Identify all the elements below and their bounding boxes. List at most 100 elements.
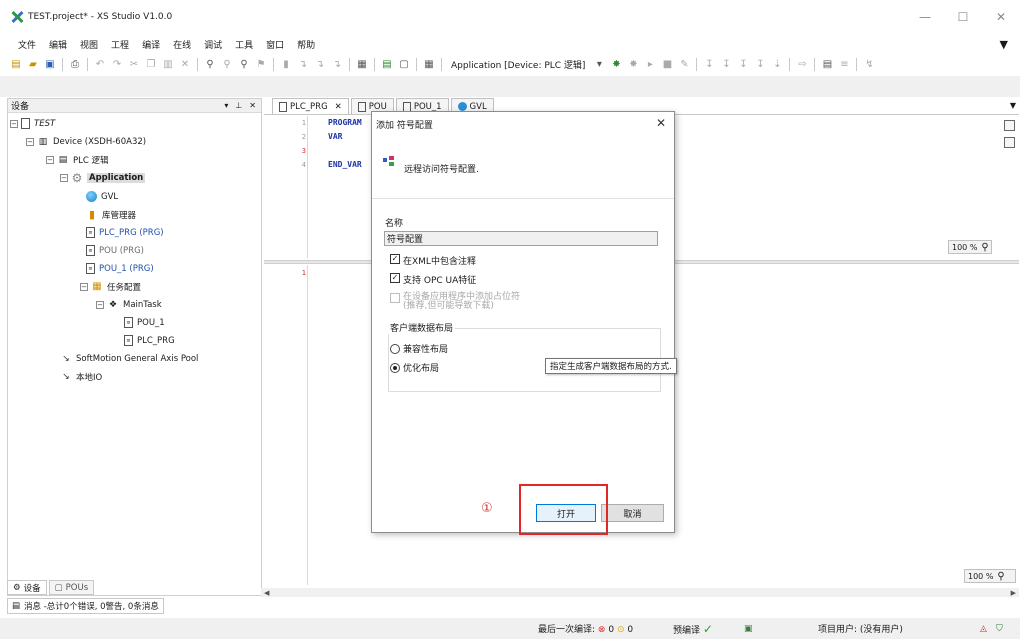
replace-icon[interactable]: ⚲: [220, 57, 234, 71]
device-view-icon[interactable]: ▦: [355, 57, 369, 71]
scroll-left-icon[interactable]: ◀: [264, 589, 269, 597]
run-to-cursor-icon[interactable]: ⇣: [770, 57, 784, 71]
collapse-icon[interactable]: −: [96, 300, 104, 309]
tree-node-library-manager[interactable]: ▮ 库管理器: [86, 206, 136, 223]
tree-node-plc-logic[interactable]: − ▤ PLC 逻辑: [46, 151, 109, 168]
tab-pous[interactable]: ▢ POUs: [48, 580, 95, 595]
new-file-icon[interactable]: ▤: [9, 57, 23, 71]
dialog-close-icon[interactable]: ✕: [656, 116, 666, 130]
menu-debug[interactable]: 调试: [204, 38, 222, 51]
undo-icon[interactable]: ↶: [93, 57, 107, 71]
copy-icon[interactable]: ❐: [144, 57, 158, 71]
tree-node-axis-pool[interactable]: ↘ SoftMotion General Axis Pool: [60, 350, 198, 367]
tree-node-local-io[interactable]: ↘ 本地IO: [60, 368, 102, 385]
debug-step-out-icon[interactable]: ↧: [753, 57, 767, 71]
bookmark-icon[interactable]: ⚑: [254, 57, 268, 71]
debug-step-icon[interactable]: ↧: [702, 57, 716, 71]
zoom-control-bottom[interactable]: 100 % ⚲: [964, 569, 1016, 583]
menu-help[interactable]: 帮助: [297, 38, 315, 51]
redo-icon[interactable]: ↷: [110, 57, 124, 71]
shield-icon[interactable]: ⛉: [996, 624, 1003, 634]
delete-icon[interactable]: ✕: [178, 57, 192, 71]
write-values-icon[interactable]: ≡: [837, 57, 851, 71]
messages-tab[interactable]: ▤ 消息 -总计0个错误, 0警告, 0条消息: [7, 598, 164, 614]
toolbar-overflow-icon[interactable]: ▼: [1000, 38, 1008, 51]
zoom-icon[interactable]: ⚲: [997, 571, 1004, 582]
tree-node-project[interactable]: − TEST: [10, 115, 55, 132]
menu-file[interactable]: 文件: [18, 38, 36, 51]
find-in-project-icon[interactable]: ⚲: [237, 57, 251, 71]
close-window-icon[interactable]: ✕: [982, 0, 1020, 34]
tab-devices[interactable]: ⚙ 设备: [7, 580, 47, 595]
print-icon[interactable]: ⎙: [68, 57, 82, 71]
step-over-icon[interactable]: ↴: [296, 57, 310, 71]
simulation-icon[interactable]: ↯: [862, 57, 876, 71]
radio-compatible-layout[interactable]: 兼容性布局: [390, 342, 448, 355]
tree-node-task-plc-prg[interactable]: ≡ PLC_PRG: [124, 332, 175, 349]
tree-node-maintask[interactable]: − ❖ MainTask: [96, 296, 162, 313]
find-icon[interactable]: ⚲: [203, 57, 217, 71]
reset-icon[interactable]: ✎: [677, 57, 691, 71]
zoom-icon[interactable]: ⚲: [981, 242, 988, 253]
menu-edit[interactable]: 编辑: [49, 38, 67, 51]
zoom-control-top[interactable]: 100 % ⚲: [948, 240, 992, 254]
horizontal-scrollbar[interactable]: ◀ ▶: [261, 588, 1019, 597]
step-out-icon[interactable]: ↴: [330, 57, 344, 71]
save-icon[interactable]: ▣: [43, 57, 57, 71]
menu-online[interactable]: 在线: [173, 38, 191, 51]
collapse-icon[interactable]: −: [60, 173, 68, 182]
pane-menu-icon[interactable]: ▾: [224, 101, 228, 110]
alert-icon[interactable]: ◬: [980, 624, 987, 634]
breakpoint-icon[interactable]: ▮: [279, 57, 293, 71]
minimize-icon[interactable]: —: [906, 0, 944, 34]
debug-step-over-icon[interactable]: ↧: [719, 57, 733, 71]
name-field[interactable]: 符号配置: [384, 231, 658, 246]
tree-node-device[interactable]: − ▥ Device (XSDH-60A32): [26, 133, 146, 150]
build-icon[interactable]: ▦: [422, 57, 436, 71]
login-icon[interactable]: ✸: [609, 57, 623, 71]
menu-view[interactable]: 视图: [80, 38, 98, 51]
debug-step-into-icon[interactable]: ↧: [736, 57, 750, 71]
cut-icon[interactable]: ✂: [127, 57, 141, 71]
active-application-combo[interactable]: Application [Device: PLC 逻辑]: [447, 57, 589, 71]
tab-list-dropdown-icon[interactable]: ▼: [1010, 101, 1016, 110]
collapse-icon[interactable]: −: [26, 137, 34, 146]
scroll-right-icon[interactable]: ▶: [1011, 589, 1016, 597]
tree-node-task-pou-1[interactable]: ≡ POU_1: [124, 314, 165, 331]
tree-node-application[interactable]: − ⚙ Application: [60, 169, 146, 186]
tree-node-task-config[interactable]: − ▦ 任务配置: [80, 278, 141, 295]
menu-window[interactable]: 窗口: [266, 38, 284, 51]
tree-node-plc-prg[interactable]: ≡ PLC_PRG (PRG): [86, 224, 164, 241]
radio-optimized-layout[interactable]: 优化布局: [390, 361, 439, 374]
open-folder-icon[interactable]: ▰: [26, 57, 40, 71]
chevron-down-icon[interactable]: ▾: [592, 57, 606, 71]
cancel-button[interactable]: 取消: [601, 504, 664, 522]
step-into-icon[interactable]: ↴: [313, 57, 327, 71]
maximize-icon[interactable]: ☐: [944, 0, 982, 34]
paste-icon[interactable]: ▥: [161, 57, 175, 71]
force-values-icon[interactable]: ▤: [820, 57, 834, 71]
collapse-icon[interactable]: −: [46, 155, 54, 164]
run-icon[interactable]: ▸: [643, 57, 657, 71]
new-object-icon[interactable]: ▢: [397, 57, 411, 71]
pane-close-icon[interactable]: ✕: [249, 101, 256, 110]
checkbox-checked-icon[interactable]: ✓: [390, 273, 400, 283]
radio-icon[interactable]: [390, 343, 400, 354]
checkbox-checked-icon[interactable]: ✓: [390, 254, 400, 264]
menu-tools[interactable]: 工具: [235, 38, 253, 51]
add-object-icon[interactable]: ▤: [380, 57, 394, 71]
checkbox-opc-ua[interactable]: ✓ 支持 OPC UA特征: [390, 273, 476, 286]
open-button[interactable]: 打开: [536, 504, 596, 522]
online-status-icon[interactable]: ▣: [744, 624, 753, 634]
menu-build[interactable]: 编译: [142, 38, 160, 51]
tabular-view-icon[interactable]: [1004, 137, 1015, 148]
tab-plc-prg[interactable]: PLC_PRG ✕: [272, 98, 349, 114]
textual-view-icon[interactable]: [1004, 120, 1015, 131]
tree-node-pou[interactable]: ≡ POU (PRG): [86, 242, 144, 259]
radio-selected-icon[interactable]: [390, 362, 400, 373]
pin-icon[interactable]: ⊥: [235, 101, 242, 110]
collapse-icon[interactable]: −: [80, 282, 88, 291]
checkbox-include-xml-comments[interactable]: ✓ 在XML中包含注释: [390, 254, 476, 267]
tree-node-pou-1[interactable]: ≡ POU_1 (PRG): [86, 260, 154, 277]
menu-project[interactable]: 工程: [111, 38, 129, 51]
